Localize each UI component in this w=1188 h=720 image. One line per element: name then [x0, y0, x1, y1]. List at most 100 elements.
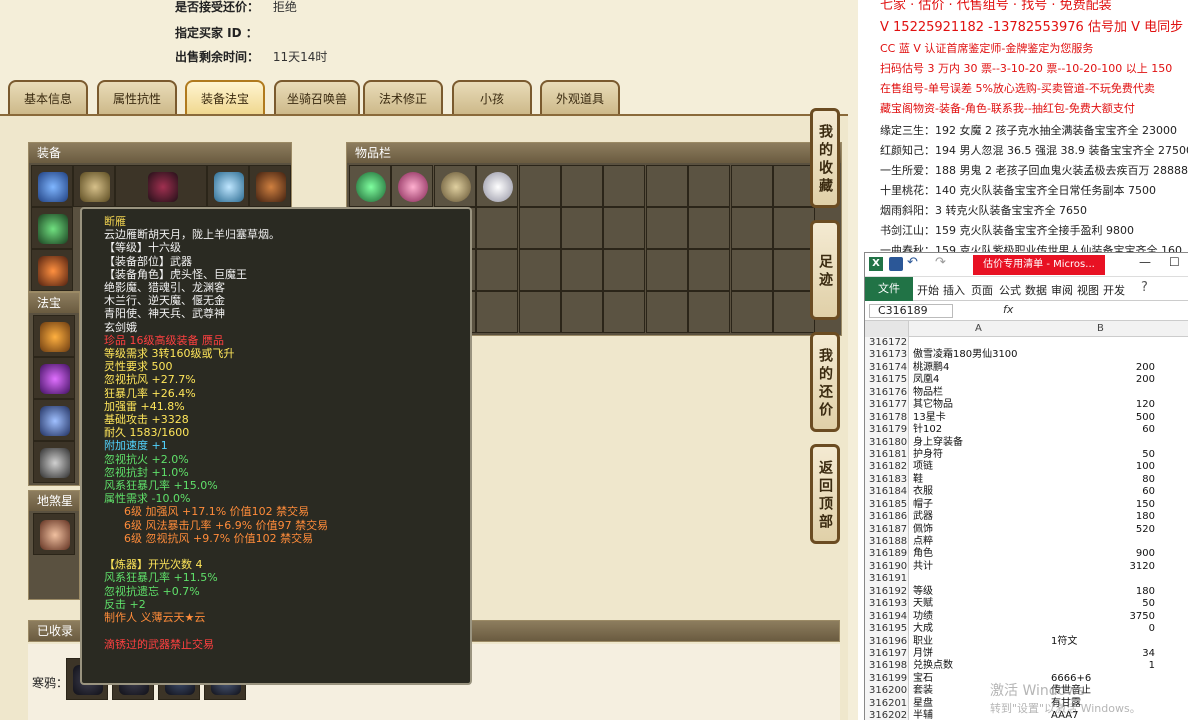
inventory-slot[interactable] [518, 207, 561, 249]
save-icon[interactable] [889, 257, 903, 271]
row-number[interactable]: 316173 [865, 349, 909, 362]
cell-a[interactable]: 天赋 [913, 598, 933, 610]
equip-slot[interactable] [73, 165, 115, 207]
row-number[interactable]: 316190 [865, 560, 909, 574]
name-box[interactable]: C316189 [869, 304, 953, 318]
row-number[interactable]: 316177 [865, 399, 909, 412]
cell-b[interactable]: 520 [1047, 524, 1155, 536]
row-number[interactable]: 316199 [865, 672, 909, 686]
inventory-slot[interactable] [645, 249, 688, 291]
ribbon-tab-layout[interactable]: 页面 [971, 282, 993, 298]
tab-equipment[interactable]: 装备法宝 [185, 80, 265, 114]
ribbon-tab-data[interactable]: 数据 [1025, 282, 1047, 298]
inventory-slot[interactable] [476, 249, 519, 291]
cell-b[interactable]: 50 [1047, 449, 1155, 461]
row-number[interactable]: 316198 [865, 660, 909, 673]
row-number[interactable]: 316195 [865, 623, 909, 636]
tab-spells[interactable]: 法术修正 [363, 80, 443, 114]
row-number[interactable]: 316187 [865, 523, 909, 536]
inventory-slot[interactable] [688, 207, 731, 249]
cell-a[interactable]: 功绩 [913, 611, 933, 623]
ribbon-tab-insert[interactable]: 插入 [943, 282, 965, 298]
inventory-slot[interactable] [730, 291, 773, 333]
inventory-slot[interactable] [476, 291, 519, 333]
ground-fabao-slot[interactable] [33, 513, 75, 555]
tab-basic-info[interactable]: 基本信息 [8, 80, 88, 114]
cell-a[interactable]: 鞋 [913, 474, 923, 486]
row-number[interactable]: 316194 [865, 610, 909, 624]
equip-slot[interactable] [207, 165, 249, 207]
cell-a[interactable]: 半辅 [913, 710, 933, 720]
row-number[interactable]: 316193 [865, 598, 909, 611]
inventory-slot[interactable] [773, 165, 815, 207]
cell-b[interactable]: 500 [1047, 412, 1155, 424]
cell-a[interactable]: 佩饰 [913, 524, 933, 536]
undo-icon[interactable]: ↶ [907, 255, 918, 270]
cell-a[interactable]: 桃源鹏4 [913, 362, 949, 374]
row-number[interactable]: 316186 [865, 511, 909, 524]
inventory-slot[interactable] [730, 249, 773, 291]
cell-b[interactable]: 100 [1047, 461, 1155, 473]
cell-a[interactable]: 套装 [913, 685, 933, 697]
cell-b[interactable]: 180 [1047, 586, 1155, 598]
cell-a[interactable]: 物品栏 [913, 387, 943, 399]
row-number[interactable]: 316197 [865, 647, 909, 661]
footprint-button[interactable]: 足迹 [810, 220, 840, 320]
inventory-slot[interactable] [476, 165, 519, 207]
ribbon-tab-file[interactable]: 文件 [865, 277, 913, 301]
my-counter-offers-button[interactable]: 我的还价 [810, 332, 840, 432]
row-number[interactable]: 316200 [865, 685, 909, 698]
row-number[interactable]: 316202 [865, 710, 909, 720]
cell-b[interactable]: 120 [1047, 399, 1155, 411]
cell-a[interactable]: 13星卡 [913, 412, 946, 424]
fabao-slot[interactable] [33, 315, 75, 357]
column-b-header[interactable]: B [1097, 323, 1104, 334]
column-a-header[interactable]: A [975, 323, 982, 334]
cell-b[interactable]: 80 [1047, 474, 1155, 486]
ribbon-tab-formula[interactable]: 公式 [999, 282, 1021, 298]
tab-mounts[interactable]: 坐骑召唤兽 [274, 80, 360, 114]
fabao-slot[interactable] [33, 399, 75, 441]
cell-b[interactable]: 60 [1047, 424, 1155, 436]
inventory-slot[interactable] [561, 165, 603, 207]
tab-appearance[interactable]: 外观道具 [540, 80, 620, 114]
inventory-slot[interactable] [603, 207, 646, 249]
row-number[interactable]: 316174 [865, 361, 909, 375]
inventory-slot[interactable] [561, 249, 603, 291]
inventory-slot[interactable] [730, 165, 773, 207]
cell-a[interactable]: 月饼 [913, 648, 933, 660]
ribbon-tab-home[interactable]: 开始 [917, 282, 939, 298]
row-number[interactable]: 316185 [865, 498, 909, 512]
cell-b[interactable]: 3750 [1047, 611, 1155, 623]
inventory-slot[interactable] [688, 249, 731, 291]
cell-a[interactable]: 傲雪凌霜180男仙3100 [913, 349, 1018, 361]
row-number[interactable]: 316192 [865, 585, 909, 599]
inventory-slot[interactable] [518, 291, 561, 333]
cell-a[interactable]: 帽子 [913, 499, 933, 511]
cell-a[interactable]: 宝石 [913, 673, 933, 685]
cell-a[interactable]: 针102 [913, 424, 942, 436]
row-number[interactable]: 316179 [865, 424, 909, 437]
equip-slot[interactable] [249, 165, 291, 207]
cell-b[interactable]: 180 [1047, 511, 1155, 523]
inventory-slot[interactable] [349, 165, 391, 207]
cell-b[interactable]: 200 [1047, 362, 1155, 374]
row-number[interactable]: 316184 [865, 486, 909, 499]
cell-a[interactable]: 凤凰4 [913, 374, 939, 386]
row-number[interactable]: 316189 [865, 548, 909, 561]
my-favorites-button[interactable]: 我的收藏 [810, 108, 840, 208]
row-number[interactable]: 316191 [865, 573, 909, 586]
inventory-slot[interactable] [603, 165, 646, 207]
cell-a[interactable]: 角色 [913, 548, 933, 560]
redo-icon[interactable]: ↷ [935, 255, 946, 270]
cell-a[interactable]: 项链 [913, 461, 933, 473]
inventory-slot[interactable] [773, 291, 815, 333]
inventory-slot[interactable] [688, 291, 731, 333]
cell-b[interactable]: 60 [1047, 486, 1155, 498]
cell-b[interactable]: 200 [1047, 374, 1155, 386]
row-number[interactable]: 316175 [865, 374, 909, 387]
inventory-slot[interactable] [603, 291, 646, 333]
cell-a[interactable]: 兑换点数 [913, 660, 953, 672]
back-to-top-button[interactable]: 返回顶部 [810, 444, 840, 544]
inventory-slot[interactable] [645, 165, 688, 207]
